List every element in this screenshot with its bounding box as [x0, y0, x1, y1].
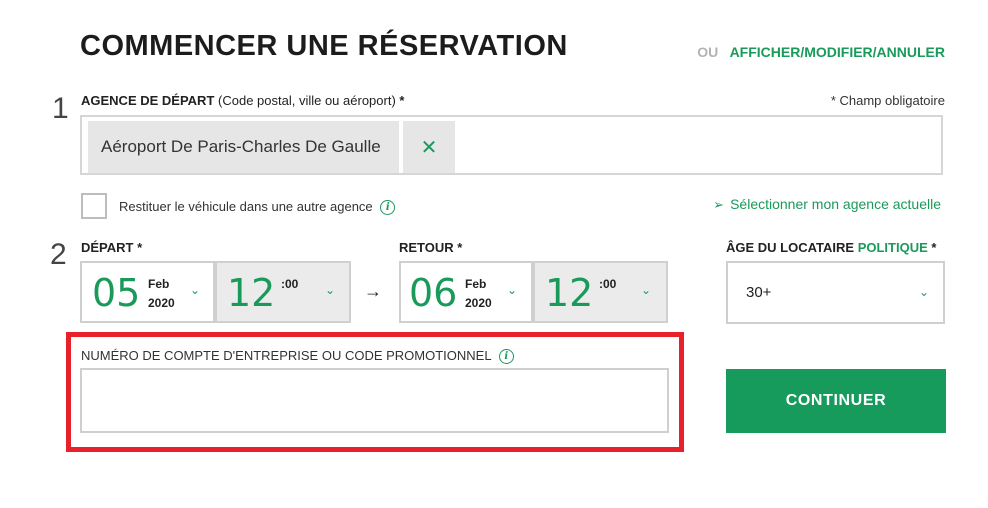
step-number-1: 1 [52, 92, 69, 125]
or-label: OU [697, 44, 719, 60]
departure-month: Feb [148, 277, 170, 291]
departure-hour: 12 [227, 271, 276, 315]
return-day: 06 [409, 271, 458, 315]
departure-minutes: :00 [281, 277, 299, 291]
chevron-down-icon: ⌄ [918, 285, 929, 299]
info-icon[interactable]: i [498, 349, 514, 365]
departure-agency-field[interactable]: Aéroport De Paris-Charles De Gaulle ✕ [80, 115, 943, 175]
renter-age-value: 30+ [746, 284, 772, 301]
select-current-agency-link[interactable]: ➢ Sélectionner mon agence actuelle [713, 196, 941, 213]
chevron-down-icon: ⌄ [325, 283, 336, 297]
renter-age-select[interactable]: 30+ ⌄ [726, 261, 945, 324]
renter-age-label: ÂGE DU LOCATAIRE POLITIQUE * [726, 240, 936, 255]
departure-agency-label: AGENCE DE DÉPART (Code postal, ville ou … [81, 93, 404, 108]
return-other-agency-label: Restituer le véhicule dans une autre age… [119, 199, 396, 216]
departure-label: DÉPART * [81, 240, 142, 255]
step-number-2: 2 [50, 238, 67, 271]
departure-day: 05 [92, 271, 141, 315]
departure-time-select[interactable]: 12 :00 ⌄ [215, 261, 351, 323]
continue-button[interactable]: CONTINUER [726, 369, 946, 433]
required-asterisk: * [931, 240, 937, 255]
departure-date-select[interactable]: 05 Feb 2020 ⌄ [80, 261, 215, 323]
select-current-agency-text: Sélectionner mon agence actuelle [730, 196, 941, 212]
renter-age-label-text: ÂGE DU LOCATAIRE [726, 240, 855, 255]
return-minutes: :00 [599, 277, 617, 291]
return-year: 2020 [465, 296, 492, 310]
departure-agency-label-hint: (Code postal, ville ou aéroport) [218, 93, 396, 108]
selected-agency-chip: Aéroport De Paris-Charles De Gaulle [88, 121, 399, 173]
return-other-agency-text: Restituer le véhicule dans une autre age… [119, 199, 373, 214]
chevron-down-icon: ⌄ [190, 283, 201, 297]
return-label: RETOUR * [399, 240, 462, 255]
manage-reservation-link[interactable]: AFFICHER/MODIFIER/ANNULER [730, 44, 945, 60]
return-date-select[interactable]: 06 Feb 2020 ⌄ [399, 261, 533, 323]
required-asterisk: * [399, 93, 405, 108]
page-title: COMMENCER UNE RÉSERVATION [80, 30, 568, 62]
promo-code-label: NUMÉRO DE COMPTE D'ENTREPRISE OU CODE PR… [81, 348, 514, 365]
return-hour: 12 [545, 271, 594, 315]
departure-year: 2020 [148, 296, 175, 310]
clear-agency-button[interactable]: ✕ [403, 121, 455, 173]
arrow-right-icon: → [364, 281, 382, 301]
manage-reservation: OU AFFICHER/MODIFIER/ANNULER [697, 44, 945, 60]
departure-agency-label-main: AGENCE DE DÉPART [81, 93, 215, 108]
chevron-down-icon: ⌄ [641, 283, 652, 297]
chevron-down-icon: ⌄ [507, 283, 518, 297]
departure-label-text: DÉPART * [81, 240, 143, 255]
return-time-select[interactable]: 12 :00 ⌄ [533, 261, 668, 323]
return-label-text: RETOUR * [399, 240, 463, 255]
age-policy-link[interactable]: POLITIQUE [858, 240, 928, 255]
info-icon[interactable]: i [380, 200, 396, 216]
location-arrow-icon: ➢ [713, 197, 725, 212]
promo-code-input[interactable] [80, 368, 669, 433]
close-icon: ✕ [420, 136, 438, 159]
promo-code-label-text: NUMÉRO DE COMPTE D'ENTREPRISE OU CODE PR… [81, 348, 492, 363]
return-month: Feb [465, 277, 487, 291]
return-other-agency-checkbox[interactable] [81, 193, 107, 219]
required-fields-note: * Champ obligatoire [830, 93, 945, 108]
